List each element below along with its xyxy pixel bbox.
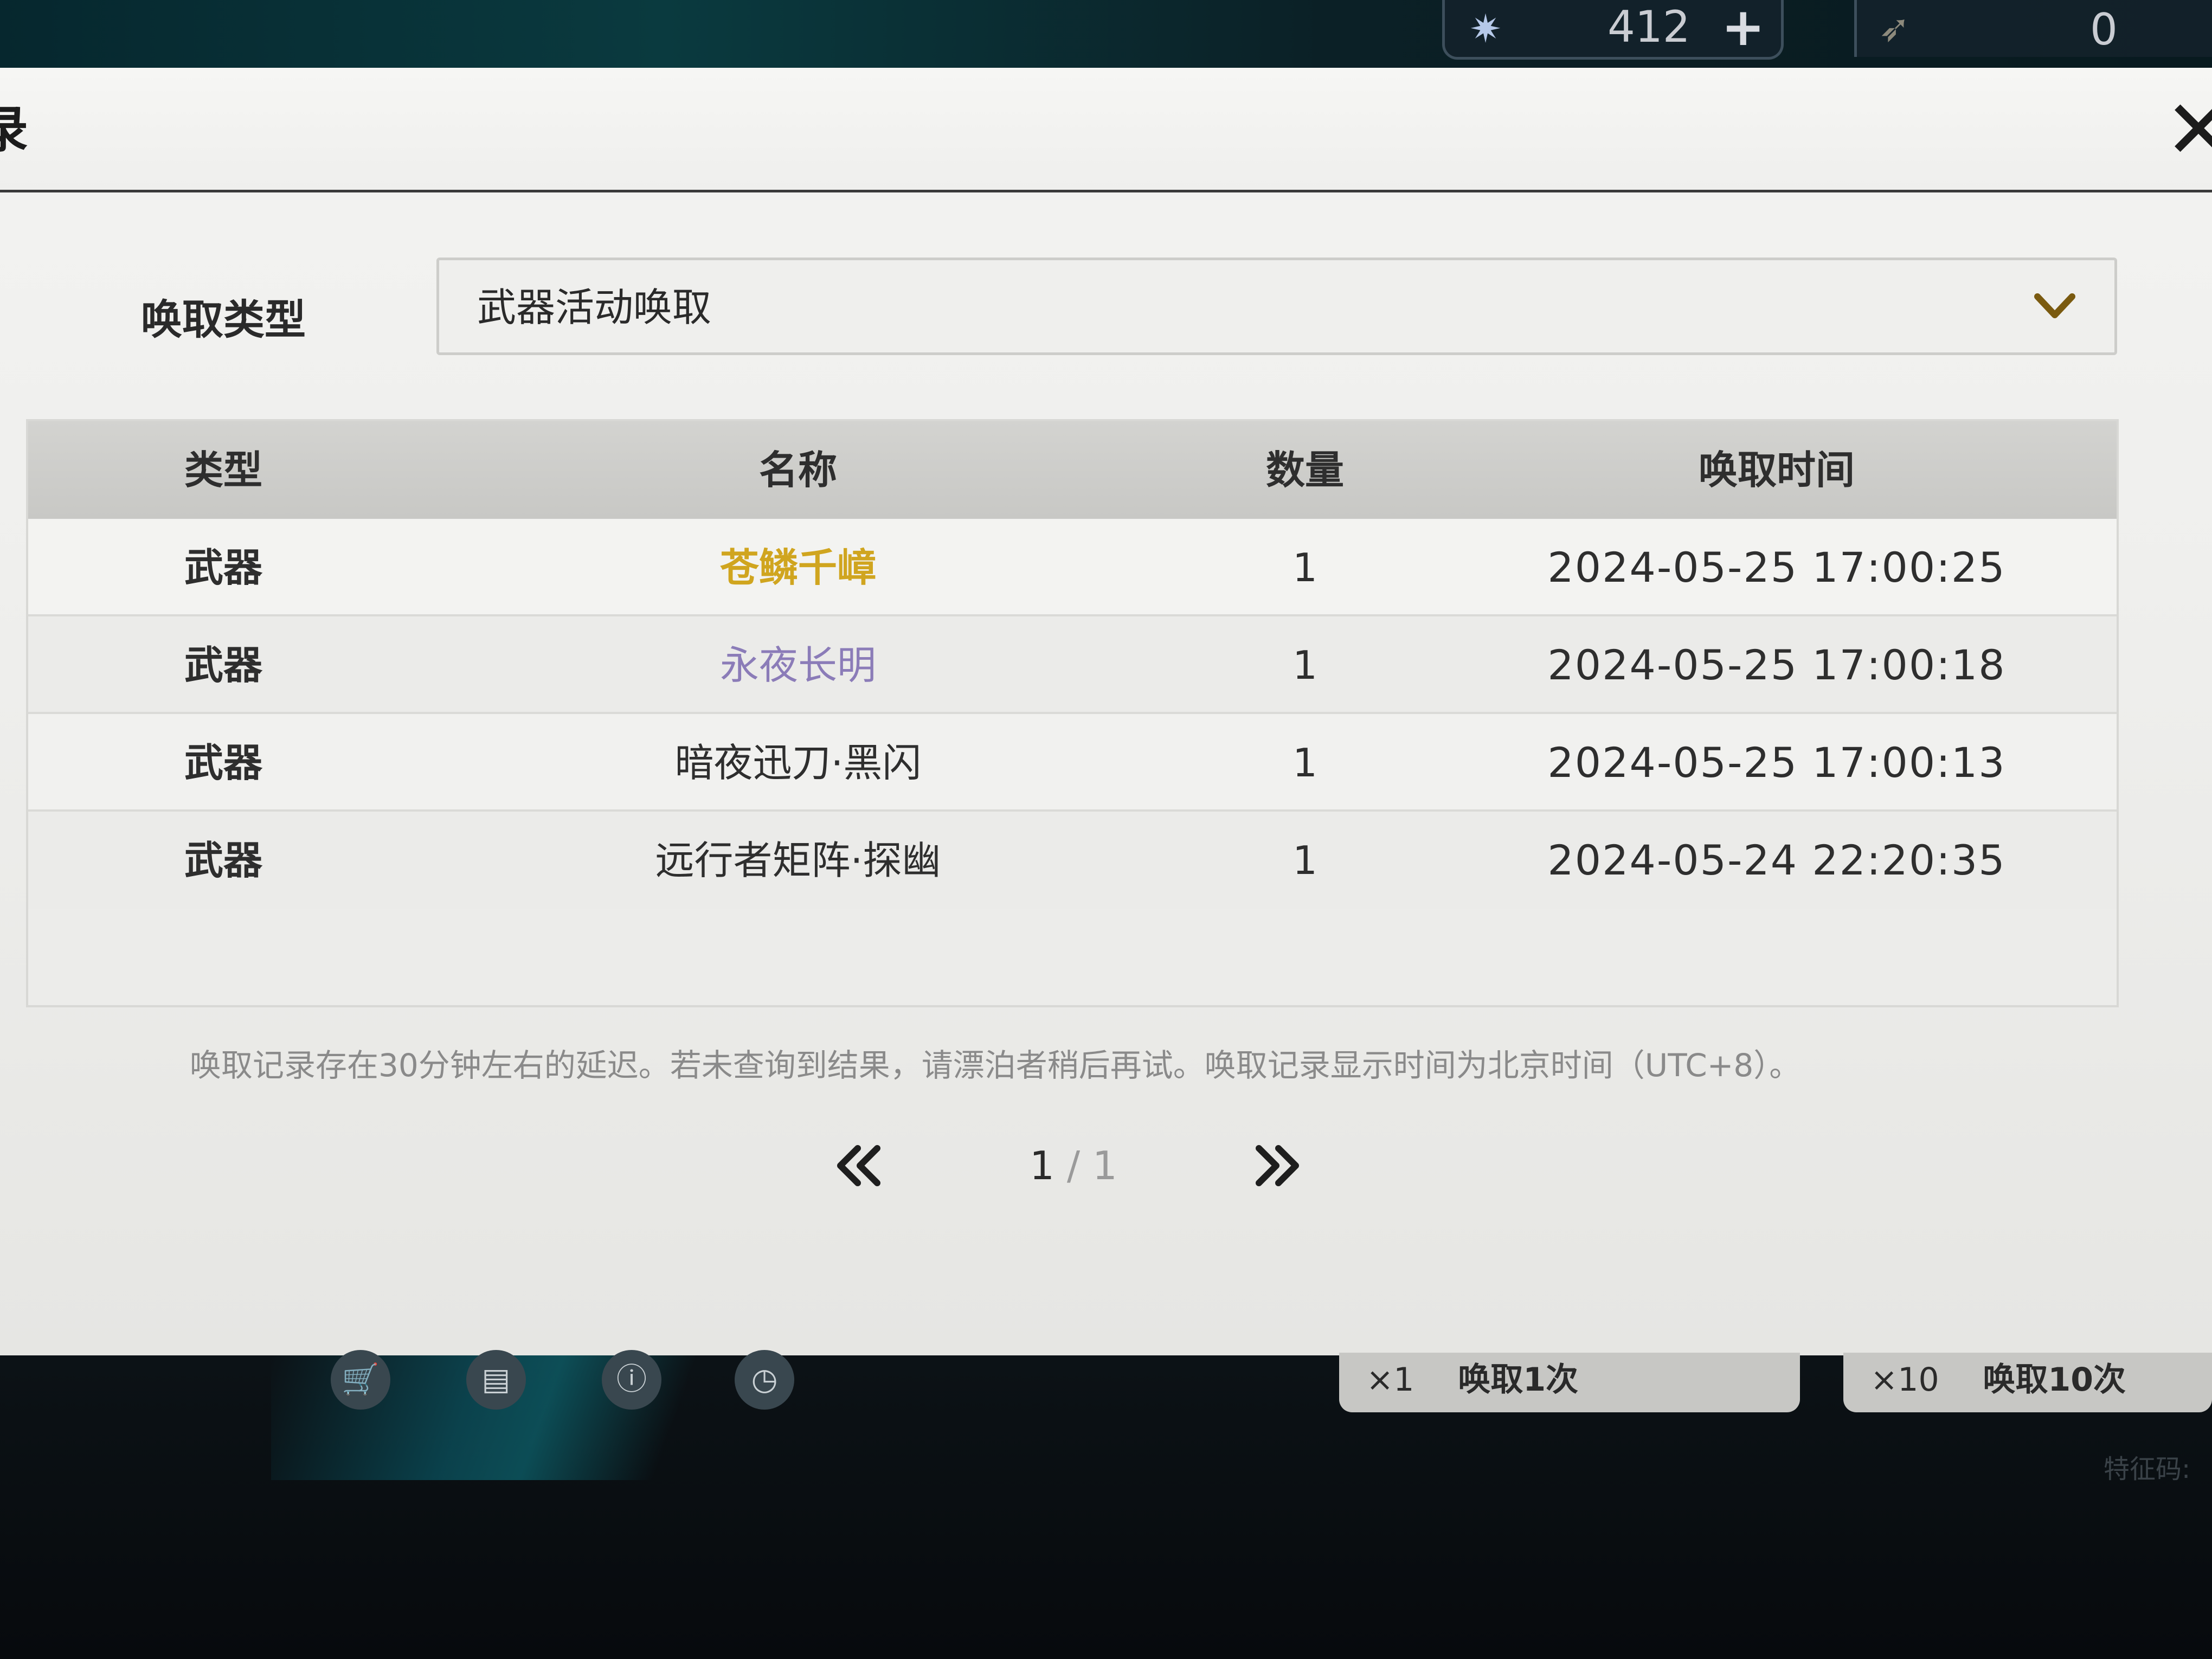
row-name: 远行者矩阵·探幽 xyxy=(655,838,941,883)
row-qty: 1 xyxy=(1293,642,1317,688)
add-currency-button[interactable]: + xyxy=(1721,0,1765,54)
page-indicator: 1 / 1 xyxy=(987,1128,1160,1204)
table-row: 武器 远行者矩阵·探幽 1 2024-05-24 22:20:35 xyxy=(28,812,2117,909)
pull-one-label: 唤取1次 xyxy=(1458,1361,1579,1399)
pull-one-button[interactable]: ×1 唤取1次 xyxy=(1339,1353,1800,1412)
header-type: 类型 xyxy=(184,447,262,493)
last-page-icon[interactable] xyxy=(1247,1133,1312,1198)
pull-ten-count: ×10 xyxy=(1870,1361,1939,1399)
close-icon[interactable]: ✕ xyxy=(2163,89,2212,171)
row-time: 2024-05-25 17:00:25 xyxy=(1547,543,2006,591)
row-time: 2024-05-24 22:20:35 xyxy=(1547,836,2006,884)
clock-icon[interactable]: ◷ xyxy=(735,1350,794,1410)
pull-one-count: ×1 xyxy=(1366,1361,1414,1399)
pagination: 1 / 1 xyxy=(813,1128,1334,1204)
pull-ten-button[interactable]: ×10 唤取10次 xyxy=(1843,1353,2212,1412)
table-header: 类型 名称 数量 唤取时间 xyxy=(28,421,2117,519)
currency-secondary-amount: 0 xyxy=(2090,4,2118,55)
row-type: 武器 xyxy=(184,545,262,590)
convene-history-modal: 录 ✕ 唤取类型 武器活动唤取 类型 名称 数量 唤取时间 武器 苍鳞千嶂 1 … xyxy=(0,68,2212,1355)
currency-primary-amount: 412 xyxy=(1607,2,1690,52)
pull-ten-label: 唤取10次 xyxy=(1983,1361,2126,1399)
history-table: 类型 名称 数量 唤取时间 武器 苍鳞千嶂 1 2024-05-25 17:00… xyxy=(26,419,2119,1007)
record-icon[interactable]: ▤ xyxy=(466,1350,526,1410)
feather-icon: ➶ xyxy=(1879,6,1911,50)
currency-secondary: ➶ 0 xyxy=(1854,0,2212,57)
row-type: 武器 xyxy=(184,642,262,688)
row-qty: 1 xyxy=(1293,838,1317,883)
row-type: 武器 xyxy=(184,740,262,786)
header-qty: 数量 xyxy=(1265,447,1344,493)
cart-icon[interactable]: 🛒 xyxy=(331,1350,390,1410)
row-name: 暗夜迅刀·黑闪 xyxy=(674,740,922,786)
modal-header: 录 ✕ xyxy=(0,68,2212,192)
top-hud: ✷ 412 + ➶ 0 xyxy=(0,0,2212,68)
header-name: 名称 xyxy=(758,447,837,493)
page-separator: / xyxy=(1066,1143,1081,1188)
row-name: 永夜长明 xyxy=(719,642,876,688)
header-time: 唤取时间 xyxy=(1698,447,1855,493)
row-qty: 1 xyxy=(1293,740,1317,786)
filter-label: 唤取类型 xyxy=(141,295,306,344)
row-time: 2024-05-25 17:00:13 xyxy=(1547,738,2006,787)
info-icon[interactable]: ⓘ xyxy=(602,1350,661,1410)
row-time: 2024-05-25 17:00:18 xyxy=(1547,641,2006,689)
row-qty: 1 xyxy=(1293,545,1317,590)
star-crystal-icon: ✷ xyxy=(1469,6,1502,52)
chevron-down-icon xyxy=(2034,293,2075,318)
convene-type-value: 武器活动唤取 xyxy=(477,285,712,330)
currency-primary: ✷ 412 + xyxy=(1442,0,1784,60)
convene-type-select[interactable]: 武器活动唤取 xyxy=(436,258,2117,355)
row-type: 武器 xyxy=(184,838,262,883)
row-name: 苍鳞千嶂 xyxy=(719,545,876,590)
current-page: 1 xyxy=(1030,1143,1054,1188)
delay-notice: 唤取记录存在30分钟左右的延迟。若未查询到结果，请漂泊者稍后再试。唤取记录显示时… xyxy=(190,1047,1801,1084)
first-page-icon[interactable] xyxy=(824,1133,889,1198)
total-pages: 1 xyxy=(1092,1143,1117,1188)
table-row: 武器 永夜长明 1 2024-05-25 17:00:18 xyxy=(28,616,2117,714)
feature-code: 特征码: xyxy=(2104,1454,2191,1484)
modal-title: 录 xyxy=(0,101,29,159)
table-row: 武器 苍鳞千嶂 1 2024-05-25 17:00:25 xyxy=(28,519,2117,616)
table-row: 武器 暗夜迅刀·黑闪 1 2024-05-25 17:00:13 xyxy=(28,714,2117,812)
